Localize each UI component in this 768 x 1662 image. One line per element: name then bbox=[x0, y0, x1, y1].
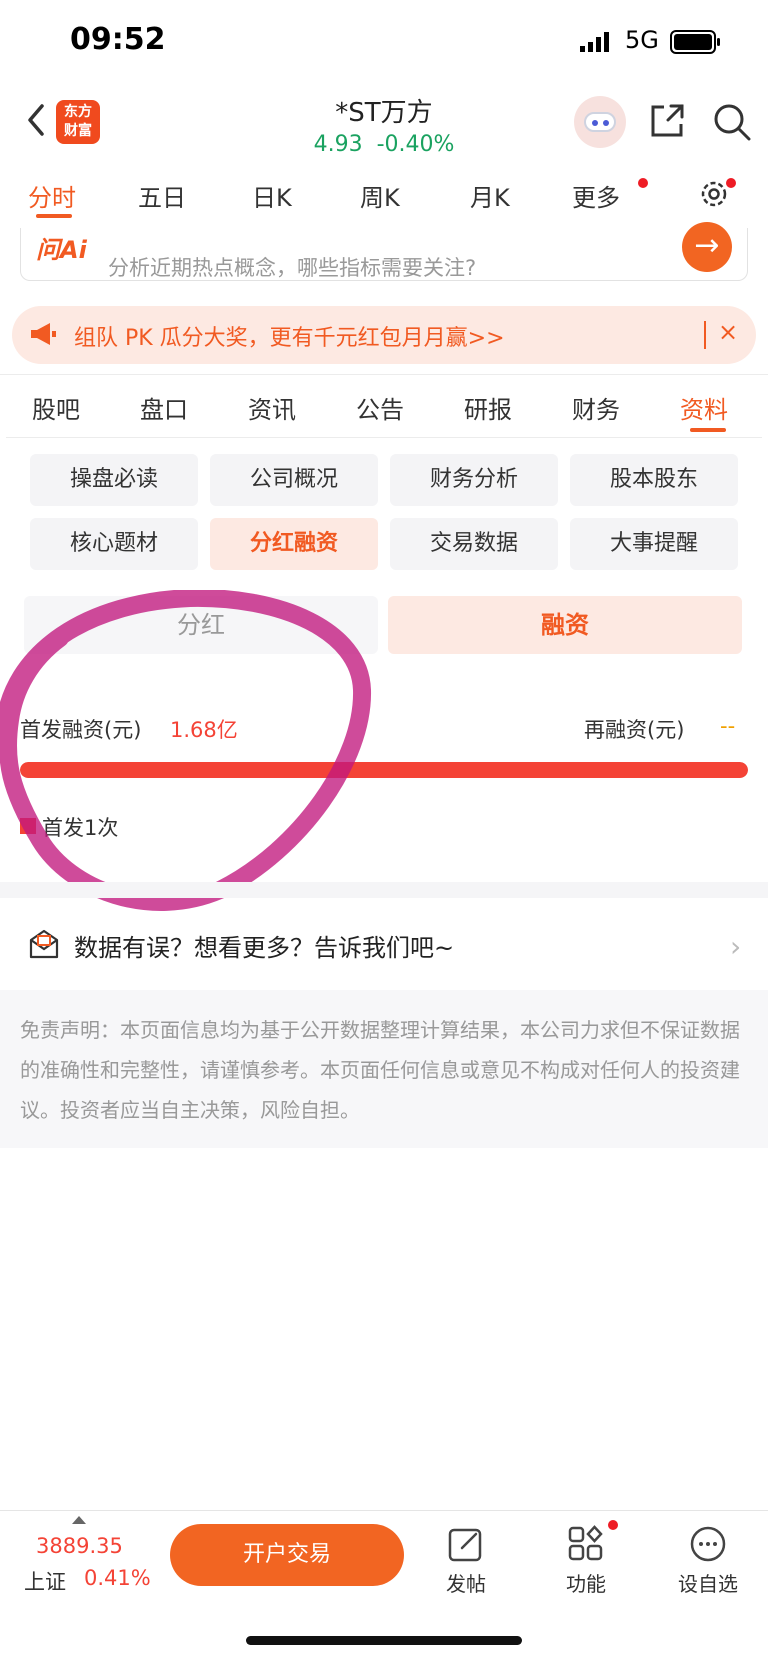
index-change[interactable]: 0.41% bbox=[84, 1566, 151, 1590]
ai-logo: 问Ai bbox=[36, 236, 87, 264]
post-edit-icon[interactable] bbox=[446, 1524, 486, 1564]
stock-price: 4.93 bbox=[313, 132, 363, 157]
post-label[interactable]: 发帖 bbox=[426, 1568, 506, 1597]
share-icon[interactable] bbox=[648, 102, 686, 140]
tab-announcements[interactable]: 公告 bbox=[356, 390, 404, 425]
refinancing-value: -- bbox=[720, 714, 736, 738]
annotation-circle bbox=[0, 590, 372, 911]
functions-grid-icon[interactable] bbox=[566, 1524, 606, 1564]
feedback-link[interactable]: 数据有误？想看更多？告诉我们吧~ bbox=[74, 928, 454, 963]
index-expand-icon[interactable] bbox=[72, 1516, 86, 1524]
megaphone-icon bbox=[31, 323, 56, 345]
tab-weekly-k[interactable]: 周K bbox=[360, 178, 400, 213]
tab-news[interactable]: 资讯 bbox=[248, 390, 296, 425]
tab-intraday[interactable]: 分时 bbox=[28, 178, 76, 213]
settings-notification-dot bbox=[726, 178, 736, 188]
subtab-shareholders[interactable]: 股本股东 bbox=[570, 454, 738, 506]
tab-daily-k[interactable]: 日K bbox=[252, 178, 292, 213]
network-type: 5G bbox=[625, 26, 659, 54]
subtab-core-themes[interactable]: 核心题材 bbox=[30, 518, 198, 570]
tab-research[interactable]: 研报 bbox=[464, 390, 512, 425]
promo-divider bbox=[704, 321, 706, 349]
toggle-financing[interactable]: 融资 bbox=[388, 596, 742, 654]
subtab-trading-data[interactable]: 交易数据 bbox=[390, 518, 558, 570]
promo-text[interactable]: 组队 PK 瓜分大奖，更有千元红包月月赢>> bbox=[74, 320, 505, 352]
divider bbox=[0, 374, 768, 375]
tab-pankou[interactable]: 盘口 bbox=[140, 390, 188, 425]
bottom-divider bbox=[0, 1510, 768, 1511]
watchlist-label[interactable]: 设自选 bbox=[668, 1568, 748, 1597]
tab-five-day[interactable]: 五日 bbox=[138, 178, 186, 213]
more-notification-dot bbox=[638, 178, 648, 188]
ai-submit-arrow-icon[interactable]: → bbox=[682, 222, 732, 272]
subtab-dividend-financing[interactable]: 分红融资 bbox=[210, 518, 378, 570]
subtab-trading-guide[interactable]: 操盘必读 bbox=[30, 454, 198, 506]
home-indicator bbox=[246, 1636, 522, 1645]
tab-profile[interactable]: 资料 bbox=[680, 390, 728, 425]
subtab-events[interactable]: 大事提醒 bbox=[570, 518, 738, 570]
subtab-financial-analysis[interactable]: 财务分析 bbox=[390, 454, 558, 506]
index-value[interactable]: 3889.35 bbox=[36, 1534, 123, 1558]
tab-more[interactable]: 更多 bbox=[572, 178, 620, 213]
section-gap bbox=[0, 882, 768, 898]
mail-feedback-icon bbox=[29, 929, 59, 959]
cellular-signal-icon bbox=[580, 32, 609, 52]
ai-hint-text[interactable]: 分析近期热点概念，哪些指标需要关注? bbox=[108, 252, 476, 282]
index-name[interactable]: 上证 bbox=[24, 1566, 66, 1596]
add-watchlist-icon[interactable] bbox=[688, 1524, 728, 1564]
stock-change: -0.40% bbox=[376, 132, 455, 157]
promo-close-icon[interactable]: × bbox=[718, 318, 738, 346]
tab-finance[interactable]: 财务 bbox=[572, 390, 620, 425]
refinancing-label: 再融资(元) bbox=[584, 718, 685, 742]
open-account-button[interactable]: 开户交易 bbox=[170, 1524, 404, 1586]
chevron-right-icon[interactable]: › bbox=[730, 930, 741, 963]
subtab-company-overview[interactable]: 公司概况 bbox=[210, 454, 378, 506]
disclaimer-text: 免责声明：本页面信息均为基于公开数据整理计算结果，本公司力求但不保证数据的准确性… bbox=[20, 1018, 740, 1122]
ai-robot-avatar[interactable] bbox=[574, 96, 626, 148]
tab-guba[interactable]: 股吧 bbox=[32, 390, 80, 425]
functions-notification-dot bbox=[608, 1520, 618, 1530]
search-icon[interactable] bbox=[712, 102, 752, 142]
battery-icon bbox=[670, 30, 720, 54]
tab-intraday-underline bbox=[36, 214, 72, 218]
functions-label[interactable]: 功能 bbox=[546, 1568, 626, 1597]
status-time: 09:52 bbox=[70, 22, 166, 57]
tab-monthly-k[interactable]: 月K bbox=[470, 178, 510, 213]
divider bbox=[6, 437, 762, 438]
tab-profile-underline bbox=[690, 428, 726, 432]
